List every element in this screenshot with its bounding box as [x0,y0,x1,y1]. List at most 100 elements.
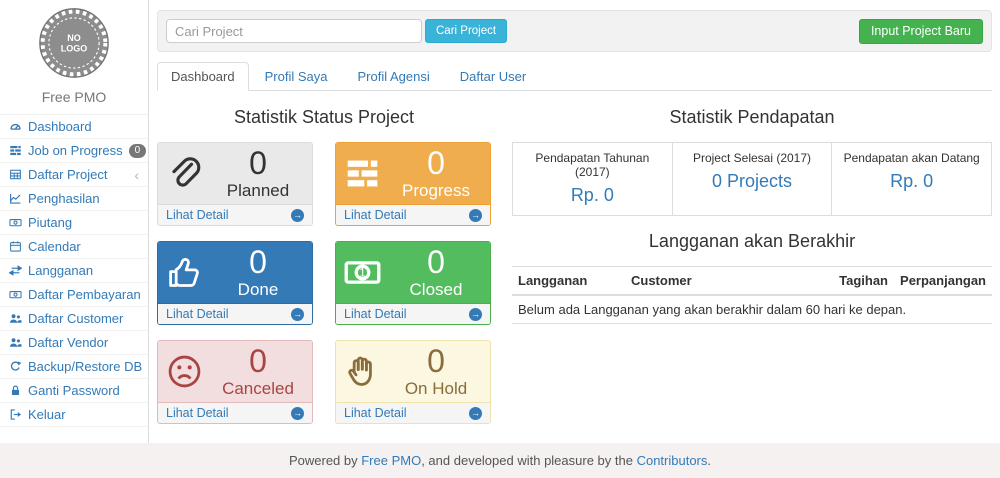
lihat-detail-text[interactable]: Lihat Detail [344,307,407,321]
table-row: Belum ada Langganan yang akan berakhir d… [512,295,992,324]
sidebar-item-daftar-project[interactable]: Daftar Project [0,163,148,187]
arrow-circle-right-icon[interactable] [291,407,304,420]
footer-text: . [707,453,711,468]
card-label: On Hold [390,379,482,399]
sidebar-item-label: Dashboard [28,119,92,134]
free-pmo-link[interactable]: Free PMO [361,453,421,468]
sidebar-item-dashboard[interactable]: Dashboard [0,115,148,139]
sidebar-item-daftar-vendor[interactable]: Daftar Vendor [0,331,148,355]
card-label: Done [212,280,304,300]
subscription-section-title: Langganan akan Berakhir [512,231,992,252]
card-body: 0 Progress [336,143,490,204]
sidebar-item-daftar-customer[interactable]: Daftar Customer [0,307,148,331]
arrow-circle-right-icon[interactable] [469,308,482,321]
tab-dashboard[interactable]: Dashboard [157,62,249,91]
tab-profil-saya[interactable]: Profil Saya [251,62,342,91]
main-content: Cari Project Input Project Baru Dashboar… [149,0,1000,443]
sidebar-item-label: Keluar [28,407,66,422]
contributors-link[interactable]: Contributors [637,453,708,468]
sidebar-item-job-on-progress[interactable]: Job on Progress 0 [0,139,148,163]
card-count: 0 [390,246,482,280]
new-project-button[interactable]: Input Project Baru [859,19,983,44]
sidebar-menu: Dashboard Job on Progress 0 Daftar Proje… [0,114,148,427]
sidebar-item-calendar[interactable]: Calendar [0,235,148,259]
money-icon [9,288,22,301]
sidebar-item-penghasilan[interactable]: Penghasilan [0,187,148,211]
status-card-closed: 0 Closed Lihat Detail [335,241,491,325]
stat-value-link[interactable]: 0 Projects [677,171,828,192]
sidebar-item-langganan[interactable]: Langganan [0,259,148,283]
tasks-icon [9,144,22,157]
lihat-detail-text[interactable]: Lihat Detail [166,406,229,420]
column-header-customer: Customer [625,267,827,296]
sidebar: NO LOGO Free PMO Dashboard Job on Progre… [0,0,149,443]
sidebar-item-label: Langganan [28,263,93,278]
status-card-on-hold: 0 On Hold Lihat Detail [335,340,491,424]
card-body: 0 Planned [158,143,312,204]
stat-label: Project Selesai (2017) [677,151,828,165]
search-button[interactable]: Cari Project [425,19,507,43]
column-header-perpanjangan: Perpanjangan [894,267,992,296]
sidebar-item-label: Penghasilan [28,191,100,206]
lock-icon [9,384,22,397]
sign-out-icon [9,408,22,421]
arrow-circle-right-icon[interactable] [469,209,482,222]
table-icon [9,168,22,181]
footer-text: Powered by [289,453,361,468]
lihat-detail-link[interactable]: Lihat Detail [336,402,490,423]
sidebar-item-label: Calendar [28,239,81,254]
tab-profil-agensi[interactable]: Profil Agensi [343,62,443,91]
lihat-detail-link[interactable]: Lihat Detail [336,303,490,324]
card-body: 0 Done [158,242,312,303]
lihat-detail-link[interactable]: Lihat Detail [158,204,312,225]
arrow-circle-right-icon[interactable] [291,209,304,222]
sidebar-item-label: Ganti Password [28,383,120,398]
logo-text-line2: LOGO [61,44,88,54]
sidebar-item-label: Daftar Project [28,167,107,182]
arrow-circle-right-icon[interactable] [291,308,304,321]
money-icon [9,216,22,229]
stat-project-selesai: Project Selesai (2017) 0 Projects [672,143,832,215]
exchange-icon [9,264,22,277]
stat-value-link[interactable]: Rp. 0 [836,171,987,192]
lihat-detail-link[interactable]: Lihat Detail [158,402,312,423]
sidebar-item-ganti-password[interactable]: Ganti Password [0,379,148,403]
tab-daftar-user[interactable]: Daftar User [446,62,540,91]
stat-value-link[interactable]: Rp. 0 [517,185,668,206]
users-icon [9,312,22,325]
lihat-detail-text[interactable]: Lihat Detail [344,208,407,222]
sidebar-item-label: Job on Progress [28,143,123,158]
status-card-done: 0 Done Lihat Detail [157,241,313,325]
sidebar-item-daftar-pembayaran[interactable]: Daftar Pembayaran [0,283,148,307]
sidebar-item-backup-restore-db[interactable]: Backup/Restore DB [0,355,148,379]
sidebar-item-keluar[interactable]: Keluar [0,403,148,427]
calendar-icon [9,240,22,253]
paperclip-icon [166,155,212,192]
card-count: 0 [212,345,304,379]
lihat-detail-text[interactable]: Lihat Detail [166,208,229,222]
card-body: 0 On Hold [336,341,490,402]
lihat-detail-text[interactable]: Lihat Detail [166,307,229,321]
footer-text: , and developed with pleasure by the [421,453,636,468]
status-section: Statistik Status Project 0 Planned [157,104,491,424]
status-section-title: Statistik Status Project [157,107,491,128]
arrow-circle-right-icon[interactable] [469,407,482,420]
sidebar-item-label: Daftar Customer [28,311,123,326]
empty-subscriptions-message: Belum ada Langganan yang akan berakhir d… [512,295,992,324]
status-card-canceled: 0 Canceled Lihat Detail [157,340,313,424]
lihat-detail-link[interactable]: Lihat Detail [336,204,490,225]
card-label: Canceled [212,379,304,399]
income-stats-table: Pendapatan Tahunan (2017) Rp. 0 Project … [512,142,992,216]
column-header-tagihan: Tagihan [827,267,894,296]
tasks-icon [344,155,390,192]
chart-line-icon [9,192,22,205]
chevron-left-icon [134,168,139,182]
lihat-detail-text[interactable]: Lihat Detail [344,406,407,420]
lihat-detail-link[interactable]: Lihat Detail [158,303,312,324]
search-bar: Cari Project Input Project Baru [157,10,992,52]
card-label: Closed [390,280,482,300]
sidebar-item-piutang[interactable]: Piutang [0,211,148,235]
card-body: 0 Closed [336,242,490,303]
search-input[interactable] [166,19,422,43]
card-count: 0 [390,147,482,181]
